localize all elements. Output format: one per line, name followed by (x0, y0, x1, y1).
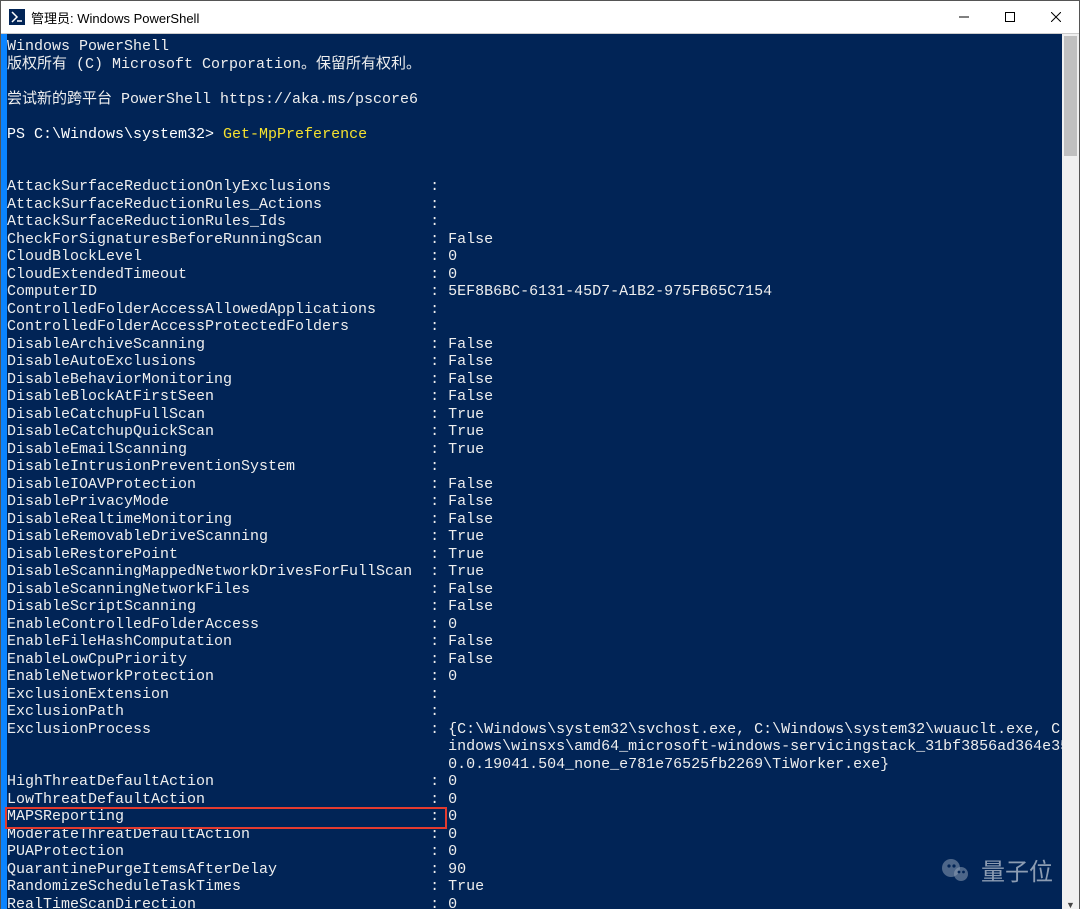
scroll-down-button[interactable]: ▼ (1062, 896, 1079, 909)
output-row: HighThreatDefaultAction : 0 (7, 773, 1062, 791)
output-row: EnableLowCpuPriority : False (7, 651, 1062, 669)
output-row: DisableBlockAtFirstSeen : False (7, 388, 1062, 406)
output-row: DisableRemovableDriveScanning : True (7, 528, 1062, 546)
output-row: MAPSReporting : 0 (7, 808, 1062, 826)
output-row: ControlledFolderAccessAllowedApplication… (7, 301, 1062, 319)
output-row: indows\winsxs\amd64_microsoft-windows-se… (7, 738, 1062, 756)
output-row: DisableAutoExclusions : False (7, 353, 1062, 371)
output-row: ComputerID : 5EF8B6BC-6131-45D7-A1B2-975… (7, 283, 1062, 301)
output-row: EnableControlledFolderAccess : 0 (7, 616, 1062, 634)
output-row: DisableEmailScanning : True (7, 441, 1062, 459)
output-row: AttackSurfaceReductionOnlyExclusions : (7, 178, 1062, 196)
output-row: RealTimeScanDirection : 0 (7, 896, 1062, 909)
output-row: DisableScanningNetworkFiles : False (7, 581, 1062, 599)
output-row: EnableFileHashComputation : False (7, 633, 1062, 651)
output-row: CloudBlockLevel : 0 (7, 248, 1062, 266)
output-row: QuarantinePurgeItemsAfterDelay : 90 (7, 861, 1062, 879)
output-row: 0.0.19041.504_none_e781e76525fb2269\TiWo… (7, 756, 1062, 774)
output-row: DisableIOAVProtection : False (7, 476, 1062, 494)
watermark-text: 量子位 (981, 852, 1053, 887)
output-row: DisableArchiveScanning : False (7, 336, 1062, 354)
output-row: PUAProtection : 0 (7, 843, 1062, 861)
output-row: DisableCatchupFullScan : True (7, 406, 1062, 424)
output-row: DisablePrivacyMode : False (7, 493, 1062, 511)
minimize-button[interactable] (941, 1, 987, 33)
output-row: ModerateThreatDefaultAction : 0 (7, 826, 1062, 844)
vertical-scrollbar[interactable]: ▲ ▼ (1062, 34, 1079, 909)
output-row: AttackSurfaceReductionRules_Ids : (7, 213, 1062, 231)
output-row: ExclusionProcess : {C:\Windows\system32\… (7, 721, 1062, 739)
output-row: RandomizeScheduleTaskTimes : True (7, 878, 1062, 896)
output-row: DisableScanningMappedNetworkDrivesForFul… (7, 563, 1062, 581)
maximize-button[interactable] (987, 1, 1033, 33)
output-row: AttackSurfaceReductionRules_Actions : (7, 196, 1062, 214)
close-button[interactable] (1033, 1, 1079, 33)
output-row: DisableBehaviorMonitoring : False (7, 371, 1062, 389)
output-row: ControlledFolderAccessProtectedFolders : (7, 318, 1062, 336)
output-row: CheckForSignaturesBeforeRunningScan : Fa… (7, 231, 1062, 249)
powershell-icon (9, 9, 25, 25)
output-row: CloudExtendedTimeout : 0 (7, 266, 1062, 284)
watermark: 量子位 (939, 852, 1053, 887)
output-row: DisableRealtimeMonitoring : False (7, 511, 1062, 529)
output-row: DisableIntrusionPreventionSystem : (7, 458, 1062, 476)
output-row: EnableNetworkProtection : 0 (7, 668, 1062, 686)
output-row: DisableScriptScanning : False (7, 598, 1062, 616)
output-row: DisableCatchupQuickScan : True (7, 423, 1062, 441)
client-area: Windows PowerShell版权所有 (C) Microsoft Cor… (1, 34, 1079, 909)
output-row: ExclusionPath : (7, 703, 1062, 721)
window-title: 管理员: Windows PowerShell (31, 8, 199, 27)
terminal-output[interactable]: Windows PowerShell版权所有 (C) Microsoft Cor… (7, 34, 1062, 909)
output-row: DisableRestorePoint : True (7, 546, 1062, 564)
output-row: LowThreatDefaultAction : 0 (7, 791, 1062, 809)
output-row: ExclusionExtension : (7, 686, 1062, 704)
scroll-thumb[interactable] (1064, 36, 1077, 156)
titlebar[interactable]: 管理员: Windows PowerShell (1, 1, 1079, 34)
powershell-window: 管理员: Windows PowerShell Windows PowerShe… (0, 0, 1080, 909)
